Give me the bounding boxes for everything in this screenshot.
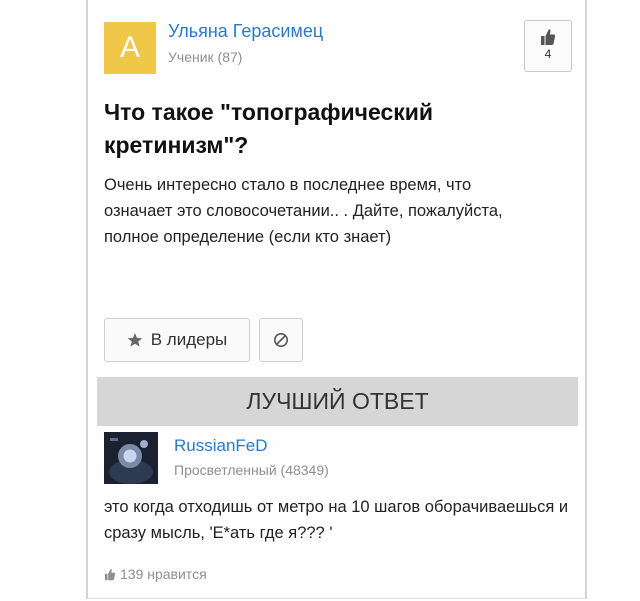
block-button[interactable]	[259, 318, 303, 362]
answerer-name[interactable]: RussianFeD	[174, 436, 268, 456]
answerer-rank: Просветленный (48349)	[174, 462, 329, 478]
asker-rank: Ученик (87)	[168, 49, 243, 65]
thumbs-up-icon	[104, 568, 116, 580]
thumbs-up-icon	[541, 29, 556, 45]
asker-avatar[interactable]: A	[104, 22, 156, 74]
asker-name[interactable]: Ульяна Герасимец	[168, 21, 323, 42]
question-body: Очень интересно стало в последнее время,…	[104, 176, 503, 246]
question-like-button[interactable]: 4	[524, 20, 572, 72]
star-icon	[127, 333, 143, 347]
best-answer-header: ЛУЧШИЙ ОТВЕТ	[97, 377, 578, 426]
answer-likes-label: 139 нравится	[120, 566, 207, 582]
block-icon	[274, 333, 288, 347]
answer-likes[interactable]: 139 нравится	[104, 566, 207, 582]
answerer-avatar[interactable]	[104, 432, 158, 484]
question-like-count: 4	[544, 47, 552, 61]
question-title: Что такое "топографический кретинизм"?	[104, 99, 434, 158]
to-leaders-label: В лидеры	[150, 330, 228, 349]
answer-text: это когда отходишь от метро на 10 шагов …	[104, 498, 569, 542]
to-leaders-button[interactable]: В лидеры	[104, 318, 250, 362]
